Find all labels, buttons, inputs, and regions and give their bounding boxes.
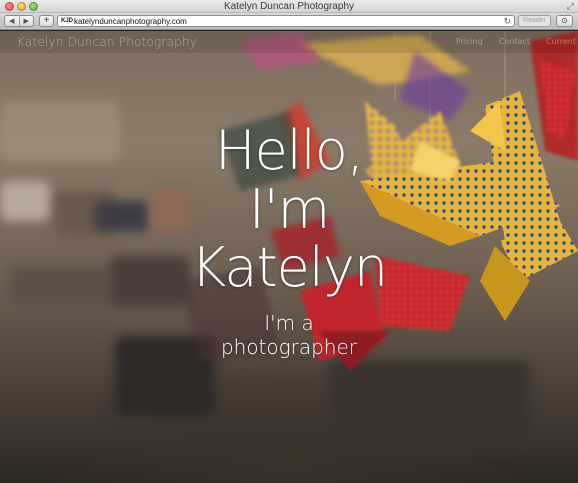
back-forward-buttons: ◀ ▶ [4, 15, 34, 27]
nav-link-contact[interactable]: Contact [499, 37, 530, 46]
url-text[interactable]: katelynduncanphotography.com [74, 16, 187, 27]
site-nav: Pricing Contact Current [456, 37, 576, 46]
forward-button[interactable]: ▶ [18, 16, 34, 26]
hero-subtitle-line-2: photographer [220, 335, 358, 359]
address-bar[interactable]: KJD katelynduncanphotography.com ↻ [57, 15, 515, 27]
browser-toolbar: ◀ ▶ + KJD katelynduncanphotography.com ↻… [0, 13, 578, 30]
hero-headline-line-2: I'm [248, 178, 330, 241]
downloads-button[interactable]: ⊙ [556, 15, 573, 27]
hero-subtitle-line-1: I'm a [264, 311, 314, 335]
reload-icon[interactable]: ↻ [503, 16, 511, 27]
site-header: Katelyn Duncan Photography Pricing Conta… [0, 31, 578, 53]
add-bookmark-button[interactable]: + [39, 15, 54, 27]
fullscreen-icon[interactable]: ⤢ [567, 1, 574, 12]
reader-button[interactable]: Reader [518, 15, 551, 27]
nav-link-current[interactable]: Current [546, 37, 576, 46]
nav-link-pricing[interactable]: Pricing [456, 37, 483, 46]
site-favicon: KJD [61, 18, 74, 24]
window-titlebar: Katelyn Duncan Photography ⤢ [0, 0, 578, 13]
hero-headline-line-3: Katelyn [190, 236, 388, 299]
hero-headline-line-1: Hello, [214, 119, 364, 182]
site-logo-text[interactable]: Katelyn Duncan Photography [17, 35, 197, 49]
hero-background: Katelyn Duncan Photography Pricing Conta… [0, 31, 578, 483]
back-button[interactable]: ◀ [5, 16, 19, 26]
window-title: Katelyn Duncan Photography [223, 1, 355, 12]
